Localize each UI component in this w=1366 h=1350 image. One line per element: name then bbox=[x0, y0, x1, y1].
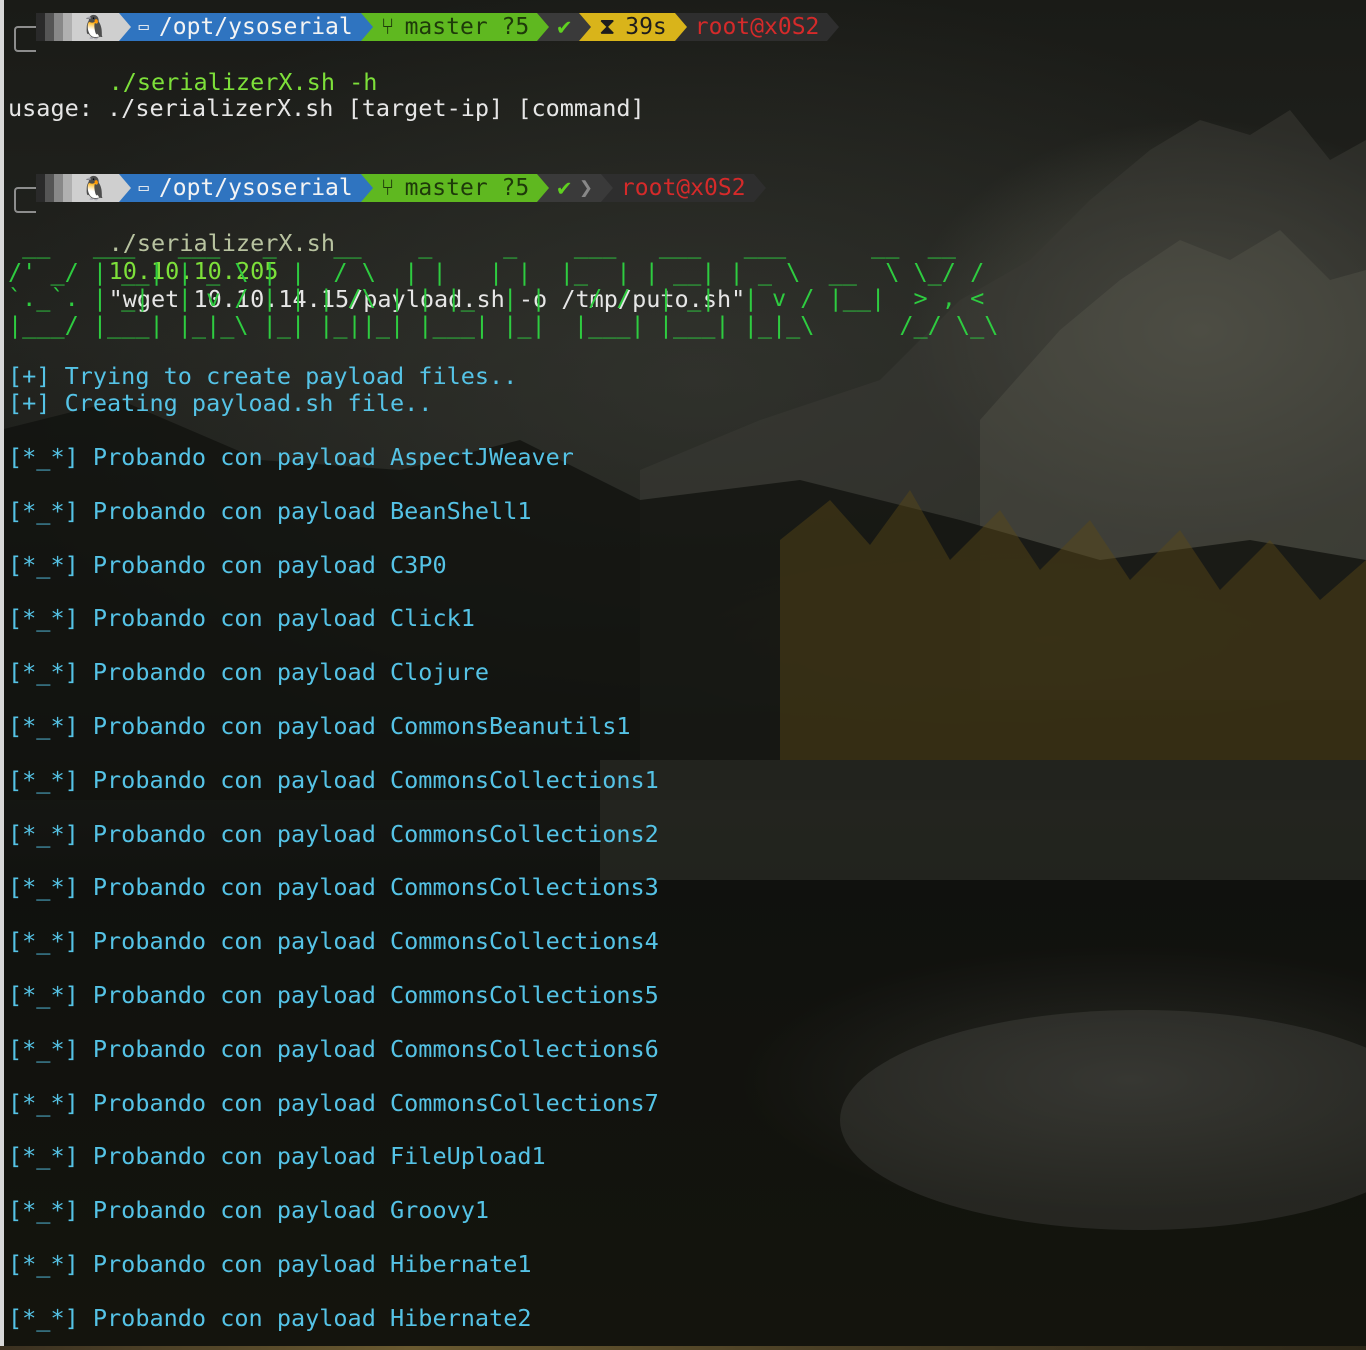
payload-name: Click1 bbox=[390, 604, 475, 633]
payload-probe-line: [*_*] Probando con payload CommonsCollec… bbox=[8, 873, 659, 901]
probe-prefix: [*_*] Probando con payload bbox=[8, 604, 376, 633]
probe-prefix: [*_*] Probando con payload bbox=[8, 927, 376, 956]
linux-tux-icon: 🐧 bbox=[80, 175, 109, 202]
command-text: ./serializerX.sh -h bbox=[108, 68, 378, 96]
linux-tux-icon: 🐧 bbox=[80, 14, 109, 41]
user-host: root@x0S2 bbox=[620, 175, 746, 201]
payload-probe-line: [*_*] Probando con payload BeanShell1 bbox=[8, 497, 532, 525]
hourglass-icon: ⧗ bbox=[599, 14, 616, 40]
probe-prefix: [*_*] Probando con payload bbox=[8, 658, 376, 687]
window-bottom-border bbox=[0, 1346, 1366, 1350]
payload-probe-line: [*_*] Probando con payload Click1 bbox=[8, 604, 475, 632]
payload-probe-line: [*_*] Probando con payload CommonsCollec… bbox=[8, 820, 659, 848]
probe-prefix: [*_*] Probando con payload bbox=[8, 443, 376, 471]
probe-prefix: [*_*] Probando con payload bbox=[8, 981, 376, 1009]
payload-name: Hibernate1 bbox=[390, 1250, 532, 1278]
payload-name: Hibernate2 bbox=[390, 1303, 532, 1332]
git-segment: ⑂ master ?5 bbox=[372, 13, 538, 41]
prompt-bar-1: 🐧 ▭ /opt/ysoserial ⑂ master ?5 ✔ ⧗ 39s r… bbox=[36, 13, 840, 41]
probe-prefix: [*_*] Probando con payload bbox=[8, 1196, 376, 1225]
folder-icon: ▭ bbox=[138, 178, 149, 198]
prompt-bar-2: 🐧 ▭ /opt/ysoserial ⑂ master ?5 ✔ ❯ root@… bbox=[36, 174, 766, 202]
git-segment: ⑂ master ?5 bbox=[372, 174, 538, 202]
exit-status-segment: ✔ bbox=[549, 13, 580, 41]
directory-segment: ▭ /opt/ysoserial bbox=[130, 13, 361, 41]
probe-prefix: [*_*] Probando con payload bbox=[8, 1034, 376, 1063]
payload-name: AspectJWeaver bbox=[390, 443, 574, 471]
probe-prefix: [*_*] Probando con payload bbox=[8, 1303, 376, 1332]
os-segment: 🐧 bbox=[72, 13, 119, 41]
info-line: [+] Trying to create payload files.. bbox=[8, 362, 518, 390]
window-left-border bbox=[0, 0, 4, 1350]
payload-name: CommonsCollections7 bbox=[390, 1088, 659, 1117]
prompt-corner-glyph bbox=[14, 187, 36, 213]
usage-output: usage: ./serializerX.sh [target-ip] [com… bbox=[8, 94, 645, 122]
probe-prefix: [*_*] Probando con payload bbox=[8, 873, 376, 902]
payload-name: CommonsCollections2 bbox=[390, 819, 659, 848]
duration-segment: ⧗ 39s bbox=[591, 13, 675, 41]
exit-status-segment: ✔ ❯ bbox=[549, 174, 601, 202]
payload-name: CommonsCollections4 bbox=[390, 927, 659, 956]
probe-prefix: [*_*] Probando con payload bbox=[8, 1250, 376, 1278]
payload-probe-line: [*_*] Probando con payload AspectJWeaver bbox=[8, 443, 574, 471]
folder-icon: ▭ bbox=[138, 17, 149, 37]
payload-probe-line: [*_*] Probando con payload CommonsBeanut… bbox=[8, 712, 631, 740]
check-icon: ✔ bbox=[557, 175, 572, 201]
payload-name: BeanShell1 bbox=[390, 496, 532, 525]
payload-probe-line: [*_*] Probando con payload C3P0 bbox=[8, 551, 447, 579]
ascii-art-banner: __ ___ ___ _ __ _ _ ___ ___ ___ __ __ /'… bbox=[8, 231, 999, 339]
prompt-gradient-blocks bbox=[36, 174, 72, 202]
terminal-window[interactable]: 🐧 ▭ /opt/ysoserial ⑂ master ?5 ✔ ⧗ 39s r… bbox=[0, 0, 1366, 1350]
git-branch-status: master ?5 bbox=[404, 14, 530, 40]
payload-probe-line: [*_*] Probando con payload CommonsCollec… bbox=[8, 981, 659, 1009]
payload-name: CommonsCollections3 bbox=[390, 873, 659, 902]
payload-name: CommonsCollections1 bbox=[390, 765, 659, 794]
payload-name: CommonsBeanutils1 bbox=[390, 712, 631, 740]
probe-prefix: [*_*] Probando con payload bbox=[8, 712, 376, 740]
payload-probe-line: [*_*] Probando con payload Clojure bbox=[8, 658, 489, 686]
probe-prefix: [*_*] Probando con payload bbox=[8, 550, 376, 579]
probe-prefix: [*_*] Probando con payload bbox=[8, 1142, 376, 1171]
user-host-segment: root@x0S2 bbox=[686, 13, 828, 41]
prompt-corner-glyph bbox=[14, 26, 36, 52]
payload-probe-line: [*_*] Probando con payload CommonsCollec… bbox=[8, 1089, 659, 1117]
probe-prefix: [*_*] Probando con payload bbox=[8, 765, 376, 794]
payload-probe-line: [*_*] Probando con payload CommonsCollec… bbox=[8, 927, 659, 955]
user-host-segment: root@x0S2 bbox=[612, 174, 754, 202]
payload-probe-line: [*_*] Probando con payload FileUpload1 bbox=[8, 1142, 546, 1170]
chevron-right-icon: ❯ bbox=[579, 175, 593, 201]
user-host: root@x0S2 bbox=[694, 14, 820, 40]
check-icon: ✔ bbox=[557, 14, 572, 40]
directory-segment: ▭ /opt/ysoserial bbox=[130, 174, 361, 202]
payload-probe-line: [*_*] Probando con payload CommonsCollec… bbox=[8, 766, 659, 794]
payload-probe-line: [*_*] Probando con payload Hibernate2 bbox=[8, 1304, 532, 1332]
payload-name: Clojure bbox=[390, 658, 490, 687]
payload-probe-line: [*_*] Probando con payload Groovy1 bbox=[8, 1196, 489, 1224]
payload-name: FileUpload1 bbox=[390, 1142, 546, 1171]
payload-name: CommonsCollections5 bbox=[390, 981, 659, 1009]
payload-probe-line: [*_*] Probando con payload CommonsCollec… bbox=[8, 1035, 659, 1063]
payload-probe-line: [*_*] Probando con payload Hibernate1 bbox=[8, 1250, 532, 1278]
command-duration: 39s bbox=[625, 14, 667, 40]
probe-prefix: [*_*] Probando con payload bbox=[8, 1088, 376, 1117]
git-branch-icon: ⑂ bbox=[380, 175, 395, 201]
payload-name: Groovy1 bbox=[390, 1196, 490, 1225]
payload-name: CommonsCollections6 bbox=[390, 1034, 659, 1063]
probe-prefix: [*_*] Probando con payload bbox=[8, 819, 376, 848]
current-path: /opt/ysoserial bbox=[158, 14, 353, 40]
git-branch-icon: ⑂ bbox=[380, 14, 395, 40]
current-path: /opt/ysoserial bbox=[158, 175, 353, 201]
git-branch-status: master ?5 bbox=[404, 175, 530, 201]
info-line: [+] Creating payload.sh file.. bbox=[8, 389, 433, 417]
payload-name: C3P0 bbox=[390, 550, 447, 579]
os-segment: 🐧 bbox=[72, 174, 119, 202]
prompt-gradient-blocks bbox=[36, 13, 72, 41]
probe-prefix: [*_*] Probando con payload bbox=[8, 496, 376, 525]
